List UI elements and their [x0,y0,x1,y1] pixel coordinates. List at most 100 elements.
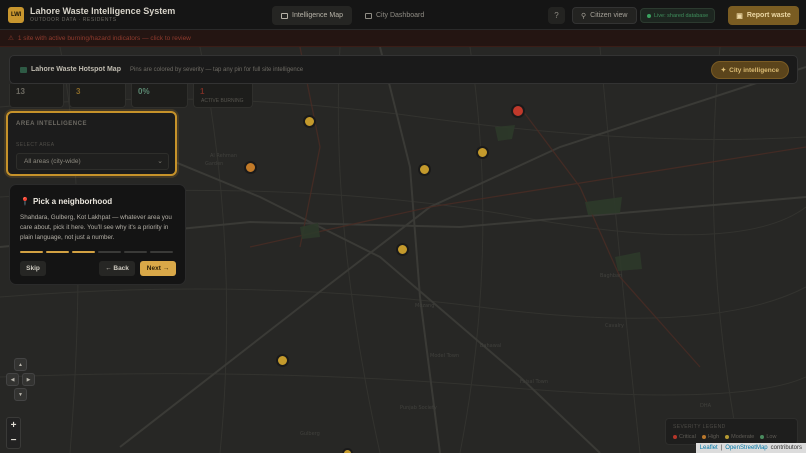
tab-label: Intelligence Map [292,12,343,19]
map-hint: Pins are colored by severity — tap any p… [130,67,304,73]
pan-left-button[interactable]: ◀ [6,373,19,386]
map-pin[interactable] [303,115,316,128]
map-pin[interactable] [476,146,489,159]
svg-text:DHA: DHA [700,403,712,409]
zoom-in-button[interactable]: + [7,418,20,433]
map-pin[interactable] [244,161,257,174]
tab-city-dashboard[interactable]: City Dashboard [356,6,433,25]
dot-icon [701,435,706,439]
tour-title: 📍 Pick a neighborhood [20,197,112,206]
dot-icon [725,435,730,439]
pan-up-button[interactable]: ▲ [14,358,27,371]
zoom-out-button[interactable]: − [7,433,20,448]
svg-text:Baghban: Baghban [600,273,622,279]
back-button[interactable]: ← Back [99,261,135,276]
stat-card-resolved: 0% [131,84,188,108]
map-pin[interactable] [511,104,525,118]
location-pin-icon: 📍 [20,197,30,206]
progress-step [98,251,121,253]
legend-label: Critical [679,434,696,440]
stat-value: 1 [200,87,205,96]
leaflet-link[interactable]: Leaflet [700,445,718,451]
tab-label: City Dashboard [375,12,425,19]
svg-text:Model Town: Model Town [430,353,459,359]
pan-right-button[interactable]: ▶ [22,373,35,386]
map-pin[interactable] [276,354,289,367]
svg-text:Bahawal: Bahawal [480,343,501,349]
legend-label: High [707,434,720,440]
dashboard-icon [364,12,372,19]
legend-item-low: Low [760,434,776,440]
hazard-alert-text: 1 site with active burning/hazard indica… [17,34,191,42]
live-dot-icon [647,13,651,18]
user-icon: ⚲ [581,12,587,20]
legend-label: Low [766,434,777,440]
dot-icon [673,435,677,439]
progress-step [72,251,95,253]
attribution-separator: | [720,445,723,451]
city-intelligence-button[interactable]: ✦ City intelligence [710,61,789,79]
stat-label: ACTIVE BURNING [201,98,244,104]
chevron-down-icon: ⌄ [157,158,163,165]
tour-progress [20,251,173,253]
map-header: Lahore Waste Hotspot Map Pins are colore… [9,55,798,84]
map-title-label: Lahore Waste Hotspot Map [31,66,121,73]
map-icon [20,66,27,73]
legend-item-critical: Critical [673,434,696,440]
svg-text:Al Rehman: Al Rehman [210,153,237,159]
map-pin[interactable] [418,163,431,176]
svg-text:Faisal Town: Faisal Town [520,379,548,385]
report-waste-label: Report waste [746,12,791,19]
warning-icon: ⚠ [8,35,14,42]
stat-value: 13 [16,87,25,96]
svg-text:Gulberg: Gulberg [300,431,320,437]
map-pin[interactable] [396,243,409,256]
osm-link[interactable]: OpenStreetMap [725,445,767,451]
zoom-control: + − [6,417,21,449]
citizen-view-button[interactable]: ⚲ Citizen view [572,7,637,24]
stat-card-burning: 1 ACTIVE BURNING [193,84,253,108]
tour-popover: 📍 Pick a neighborhood Shahdara, Gulberg,… [9,184,186,285]
next-button[interactable]: Next → [140,261,176,276]
area-select-label: SELECT AREA [16,142,55,148]
severity-legend: SEVERITY LEGEND Critical High Moderate L… [665,418,798,445]
progress-step [124,251,147,253]
top-bar: LWI Lahore Waste Intelligence System OUT… [0,0,806,30]
area-select-value: All areas (city-wide) [24,158,81,165]
skip-button[interactable]: Skip [20,261,46,276]
legend-title: SEVERITY LEGEND [673,424,726,430]
city-intelligence-label: City intelligence [729,66,779,74]
area-panel-title: AREA INTELLIGENCE [16,121,87,127]
map-title: Lahore Waste Hotspot Map [20,66,121,73]
app-title: Lahore Waste Intelligence System [30,6,176,16]
svg-text:Punjab Society: Punjab Society [400,405,437,411]
view-tabs: Intelligence Map City Dashboard [272,6,433,25]
tour-title-label: Pick a neighborhood [32,197,113,206]
dot-icon [760,435,765,439]
stat-card-total: 13 [9,84,64,108]
stat-value: 3 [76,87,81,96]
app-subtitle: OUTDOOR DATA · RESIDENTS [30,17,117,23]
area-intelligence-panel: AREA INTELLIGENCE SELECT AREA All areas … [6,111,177,176]
area-select[interactable]: All areas (city-wide) ⌄ [16,153,169,170]
help-button[interactable]: ? [548,7,565,24]
tour-body: Shahdara, Gulberg, Kot Lakhpat — whateve… [20,214,172,241]
stat-card-high: 3 [69,84,126,108]
hazard-alert-strip[interactable]: ⚠ 1 site with active burning/hazard indi… [0,30,806,47]
live-status-label: Live: shared database [654,12,709,19]
legend-item-moderate: Moderate [725,434,754,440]
legend-item-high: High [701,434,720,440]
progress-step [150,251,173,253]
svg-text:Mozang: Mozang [415,303,434,309]
map-pin[interactable] [342,448,353,453]
map-attribution: Leaflet | OpenStreetMap contributors [695,443,806,453]
pan-down-button[interactable]: ▼ [14,388,27,401]
report-waste-button[interactable]: ▣ Report waste [728,6,799,25]
legend-items: Critical High Moderate Low [673,434,776,440]
camera-icon: ▣ [736,12,743,20]
live-status-badge: Live: shared database [640,8,716,23]
svg-text:Cavalry: Cavalry [605,323,624,329]
tab-intelligence-map[interactable]: Intelligence Map [272,6,352,25]
citizen-view-label: Citizen view [590,12,628,19]
stat-value: 0% [138,87,150,96]
